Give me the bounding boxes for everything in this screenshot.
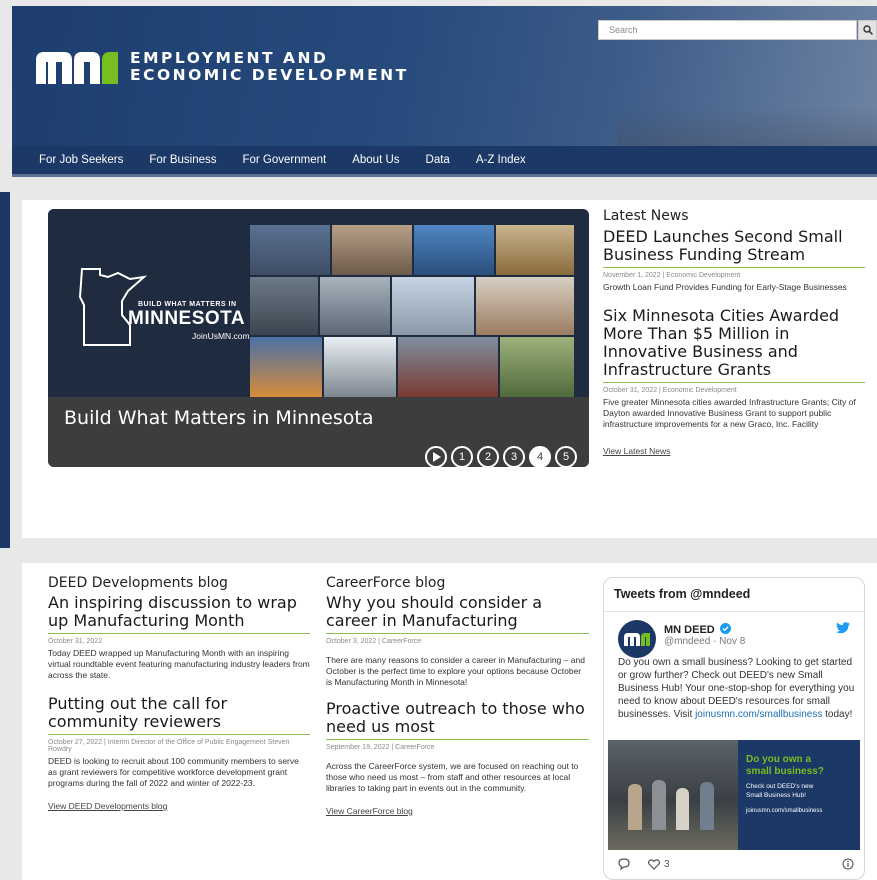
blog1-post-title-1[interactable]: An inspiring discussion to wrap up Manuf… (48, 594, 310, 634)
blog2-post-summary-2: Across the CareerForce system, we are fo… (326, 761, 579, 793)
play-button[interactable] (425, 446, 447, 467)
like-icon[interactable] (648, 858, 660, 870)
deed-developments-blog: DEED Developments blog An inspiring disc… (48, 575, 310, 811)
news-headline-1[interactable]: DEED Launches Second Small Business Fund… (603, 228, 865, 268)
blog2-heading: CareerForce blog (326, 575, 446, 591)
tweet-actions: 3 (618, 858, 854, 870)
tweet-text: Do you own a small business? Looking to … (618, 656, 856, 721)
tweet-image-url: joinusmn.com/smallbusiness (746, 808, 823, 814)
tweet-image[interactable]: Do you own a small business? Check out D… (608, 740, 860, 850)
slide-dot-4[interactable]: 4 (529, 446, 551, 467)
latest-news-section: Latest News DEED Launches Second Small B… (603, 208, 865, 456)
mn-branding: BUILD WHAT MATTERS IN MINNESOTA JoinUsMN… (48, 209, 253, 397)
slide-dot-3[interactable]: 3 (503, 446, 525, 467)
nav-item-job-seekers[interactable]: For Job Seekers (39, 154, 123, 166)
hero-slider[interactable]: BUILD WHAT MATTERS IN MINNESOTA JoinUsMN… (48, 209, 589, 467)
blog2-post-title-2[interactable]: Proactive outreach to those who need us … (326, 700, 589, 740)
news-meta-1: November 1, 2022 | Economic Development (603, 272, 741, 279)
avatar[interactable] (618, 620, 656, 658)
view-careerforce-link[interactable]: View CareerForce blog (326, 806, 589, 816)
search-input[interactable]: Search (598, 20, 857, 40)
tweet-body-end: today! (825, 709, 853, 720)
search-button[interactable] (858, 20, 877, 40)
nav-item-about-us[interactable]: About Us (352, 154, 399, 166)
twitter-heading[interactable]: Tweets from @mndeed (604, 578, 864, 612)
view-latest-news-link[interactable]: View Latest News (603, 446, 865, 456)
tweet-image-sub-1: Check out DEED's new (746, 783, 814, 790)
tweet-author-name: MN DEED (664, 624, 715, 636)
twitter-widget: Tweets from @mndeed MN DEED @mndeed · No… (603, 577, 865, 880)
tweet-image-sub-2: Small Business Hub! (746, 792, 806, 799)
tweet-author[interactable]: MN DEED (664, 623, 731, 636)
like-count: 3 (664, 858, 670, 870)
blog1-post-summary-2: DEED is looking to recruit about 100 com… (48, 756, 299, 788)
verified-badge-icon (719, 623, 731, 634)
header-skyline-image (617, 106, 877, 146)
news-meta-2: October 31, 2022 | Economic Development (603, 387, 737, 394)
nav-item-a-z-index[interactable]: A-Z Index (476, 154, 526, 166)
twitter-bird-icon[interactable] (836, 622, 850, 634)
nav-item-business[interactable]: For Business (149, 154, 216, 166)
tweet-handle: @mndeed · Nov 8 (664, 636, 746, 647)
careerforce-blog: CareerForce blog Why you should consider… (326, 575, 589, 816)
main-nav: For Job Seekers For Business For Governm… (12, 146, 877, 177)
slide-dot-2[interactable]: 2 (477, 446, 499, 467)
blog2-post-title-1[interactable]: Why you should consider a career in Manu… (326, 594, 589, 634)
blog1-post-meta-2: October 27, 2022 | Interim Director of t… (48, 739, 290, 753)
mn-tagline-small: BUILD WHAT MATTERS IN (138, 301, 237, 308)
left-side-bar (0, 192, 10, 548)
mn-avatar-icon (624, 633, 650, 646)
play-icon (432, 452, 441, 462)
info-icon[interactable] (842, 858, 854, 870)
logo-line-2: ECONOMIC DEVELOPMENT (130, 66, 409, 84)
blog2-post-meta-2: September 19, 2022 | CareerForce (326, 744, 435, 751)
mn-tagline-big: MINNESOTA (128, 308, 246, 329)
photo-collage (250, 225, 574, 397)
slide-dot-1[interactable]: 1 (451, 446, 473, 467)
blog2-post-meta-1: October 3, 2022 | CareerForce (326, 638, 422, 645)
latest-news-heading: Latest News (603, 208, 689, 224)
blog2-post-summary-1: There are many reasons to consider a car… (326, 655, 585, 687)
blog1-heading: DEED Developments blog (48, 575, 228, 591)
tweet-image-heading-1: Do you own a (746, 754, 811, 765)
mn-url: JoinUsMN.com (192, 331, 250, 341)
blog1-post-meta-1: October 31, 2022 (48, 638, 103, 645)
search-icon (862, 25, 873, 35)
news-headline-2[interactable]: Six Minnesota Cities Awarded More Than $… (603, 307, 865, 383)
view-deed-developments-link[interactable]: View DEED Developments blog (48, 801, 310, 811)
mn-logo-icon (36, 52, 118, 84)
slide-dot-5[interactable]: 5 (555, 446, 577, 467)
blog1-post-summary-1: Today DEED wrapped up Manufacturing Mont… (48, 648, 310, 680)
nav-item-government[interactable]: For Government (242, 154, 326, 166)
logo-text: EMPLOYMENT AND ECONOMIC DEVELOPMENT (130, 50, 409, 84)
logo-line-1: EMPLOYMENT AND (130, 49, 329, 67)
slider-controls: 1 2 3 4 5 (425, 446, 577, 467)
reply-icon[interactable] (618, 858, 630, 870)
nav-item-data[interactable]: Data (426, 154, 450, 166)
deed-logo[interactable]: EMPLOYMENT AND ECONOMIC DEVELOPMENT (36, 50, 409, 84)
news-summary-1: Growth Loan Fund Provides Funding for Ea… (603, 282, 847, 292)
slide-title[interactable]: Build What Matters in Minnesota (64, 407, 374, 429)
page: EMPLOYMENT AND ECONOMIC DEVELOPMENT Sear… (0, 0, 877, 880)
tweet-link[interactable]: joinusmn.com/smallbusiness (695, 709, 822, 720)
tweet-image-heading-2: small business? (746, 766, 824, 777)
news-summary-2: Five greater Minnesota cities awarded In… (603, 397, 856, 429)
blog1-post-title-2[interactable]: Putting out the call for community revie… (48, 695, 310, 735)
